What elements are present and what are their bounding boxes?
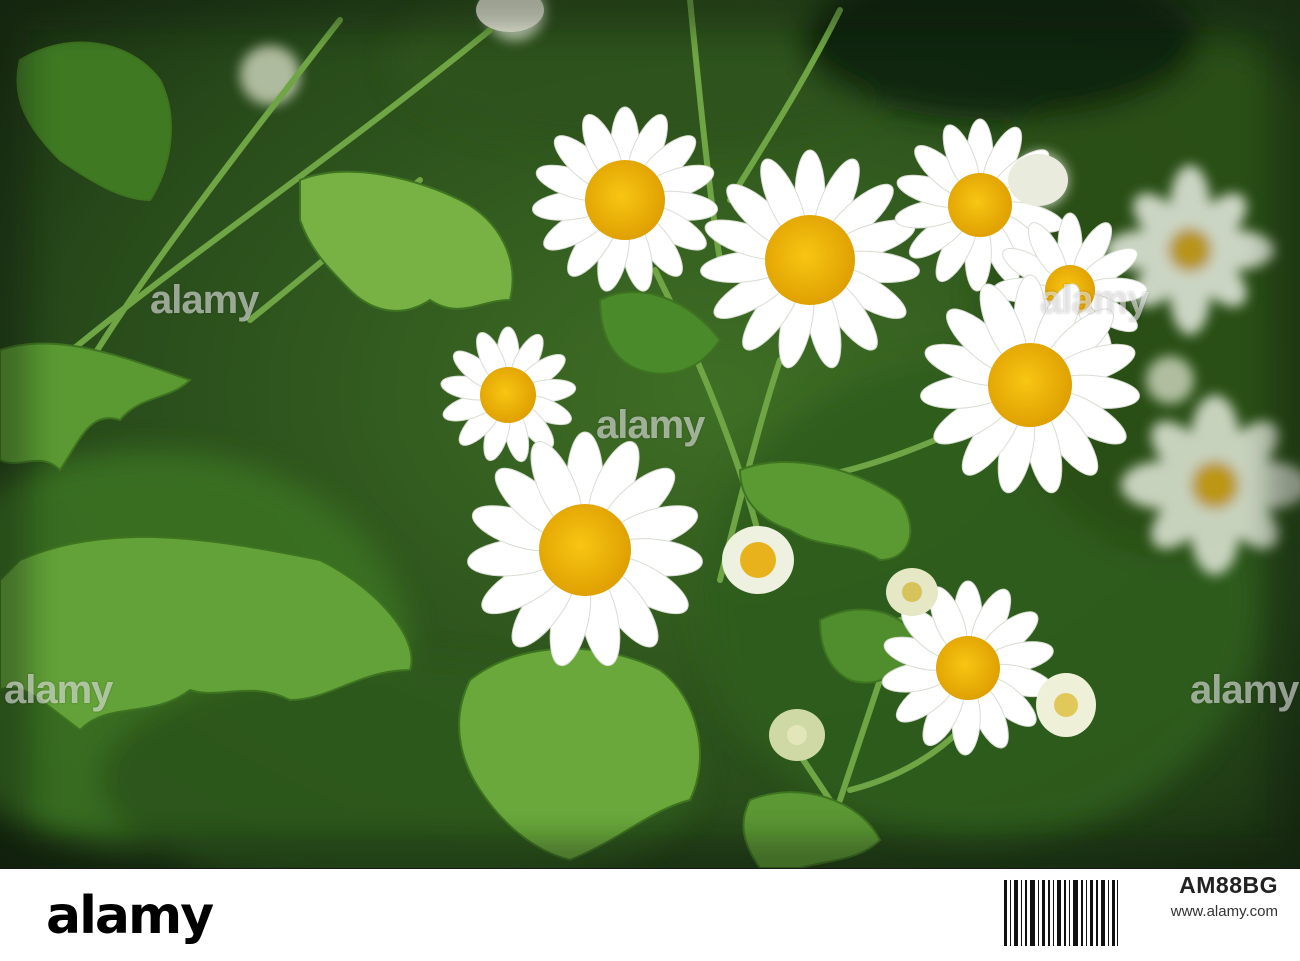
footer-divider xyxy=(0,868,1300,869)
stock-photo-page: alamy alamy alamy alamy alamy alamy AM88… xyxy=(0,0,1300,961)
flower-photo xyxy=(0,0,1300,868)
stock-footer: alamy AM88BG www.alamy.com xyxy=(0,868,1300,961)
brand-logo[interactable]: alamy xyxy=(46,886,214,946)
barcode-icon xyxy=(1004,880,1118,946)
image-info: AM88BG www.alamy.com xyxy=(1171,872,1278,920)
site-url[interactable]: www.alamy.com xyxy=(1171,903,1278,920)
image-id: AM88BG xyxy=(1179,872,1278,898)
